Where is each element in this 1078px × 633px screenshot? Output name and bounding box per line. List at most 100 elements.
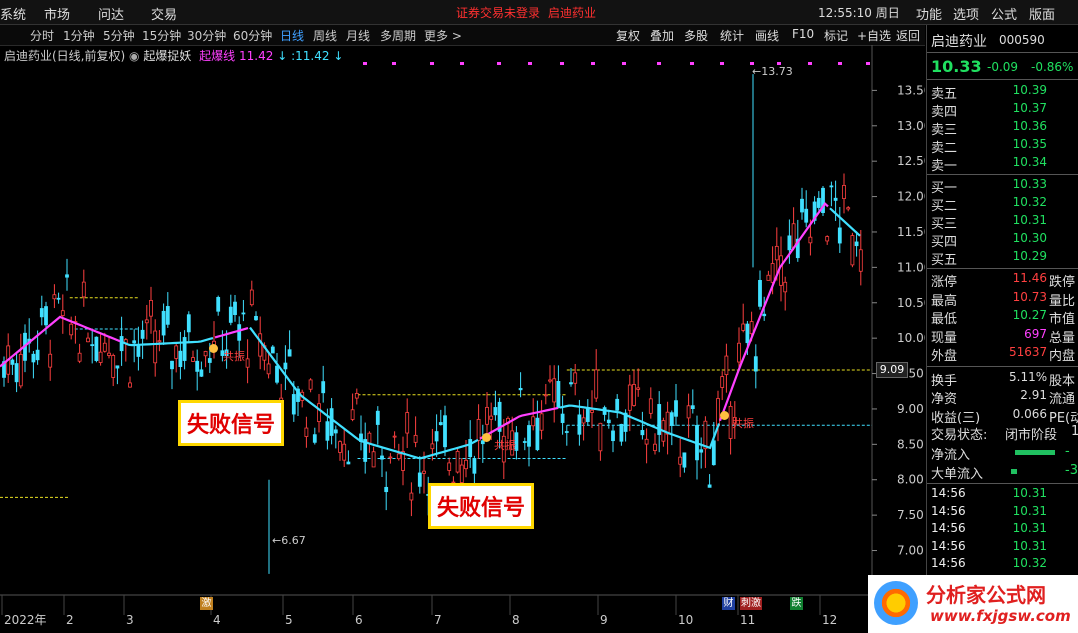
candle-body xyxy=(737,342,741,363)
ask-row[interactable]: 卖四 10.37 xyxy=(931,101,1077,120)
trade-status-label: 交易状态: xyxy=(931,428,988,443)
candle-body xyxy=(627,384,632,411)
period-1min[interactable]: 1分钟 xyxy=(63,27,95,44)
candle-body xyxy=(590,409,594,413)
signal-dot xyxy=(528,62,532,65)
candle-body xyxy=(165,306,170,325)
candle-body xyxy=(283,362,288,370)
candle-body xyxy=(581,417,586,424)
menu-ask[interactable]: 问达 xyxy=(98,4,124,23)
event-marker-1[interactable]: 激 xyxy=(200,597,213,610)
tool-statistics[interactable]: 统计 xyxy=(720,27,744,44)
ask-row[interactable]: 卖二 10.35 xyxy=(931,137,1077,156)
stat-value: 10.27 xyxy=(1012,308,1047,322)
tick-row: 14:56 10.32 xyxy=(931,556,1077,574)
period-timeshare[interactable]: 分时 xyxy=(30,27,54,44)
candle-body xyxy=(254,315,258,321)
candle-body xyxy=(564,431,569,433)
menu-options[interactable]: 选项 xyxy=(953,4,979,23)
stat-row: 净资 2.91 流通 xyxy=(931,388,1077,407)
period-15min[interactable]: 15分钟 xyxy=(142,27,181,44)
tool-f10[interactable]: F10 xyxy=(792,27,814,41)
candle-body xyxy=(199,369,204,377)
candle-body xyxy=(39,308,44,318)
signal-dot xyxy=(657,62,661,65)
tool-overlay[interactable]: 叠加 xyxy=(650,27,674,44)
period-weekly[interactable]: 周线 xyxy=(313,27,337,44)
candle-body xyxy=(132,340,137,344)
event-marker-4[interactable]: 跌 xyxy=(790,597,803,610)
period-more[interactable]: 更多 > xyxy=(424,27,462,44)
stat-value: 5.11% xyxy=(1009,369,1048,384)
flow-row: 大单流入 -3 xyxy=(931,463,1078,482)
candle-body xyxy=(644,438,649,445)
indicator-settings-icon[interactable]: ◉ xyxy=(129,49,139,63)
candle-body xyxy=(384,486,389,493)
indicator-arrow-icon: ↓ xyxy=(277,49,288,63)
menu-trade[interactable]: 交易 xyxy=(151,4,177,23)
tool-add-watchlist[interactable]: +自选 xyxy=(857,27,891,44)
indicator-formula-name[interactable]: 起爆捉妖 xyxy=(143,49,191,63)
event-marker-3[interactable]: 刺激 xyxy=(740,597,762,610)
chart-grid xyxy=(0,45,873,633)
bid-row[interactable]: 买五 10.29 xyxy=(931,249,1077,268)
candle-body xyxy=(291,394,296,415)
stat-row: 最低 10.27 市值 xyxy=(931,308,1077,327)
period-5min[interactable]: 5分钟 xyxy=(103,27,135,44)
x-tick-label: 2 xyxy=(66,613,74,627)
divider xyxy=(927,52,1078,53)
ask-row[interactable]: 卖五 10.39 xyxy=(931,83,1077,102)
menu-function[interactable]: 功能 xyxy=(916,4,942,23)
bid-price: 10.30 xyxy=(1012,231,1047,245)
tick-price: 10.31 xyxy=(1012,503,1047,518)
tool-back[interactable]: 返回 xyxy=(896,27,920,44)
candle-body xyxy=(476,418,481,441)
tool-draw-line[interactable]: 画线 xyxy=(755,27,779,44)
period-60min[interactable]: 60分钟 xyxy=(233,27,272,44)
period-30min[interactable]: 30分钟 xyxy=(187,27,226,44)
bid-row[interactable]: 买二 10.32 xyxy=(931,195,1077,214)
candle-body xyxy=(434,431,439,442)
candle-body xyxy=(170,360,174,370)
stat-label: 现量 xyxy=(931,330,958,346)
candle-body xyxy=(615,398,620,411)
candle-body xyxy=(186,314,191,333)
candle-body xyxy=(350,409,355,420)
event-marker-2[interactable]: 财 xyxy=(722,597,735,610)
ask-row[interactable]: 卖一 10.34 xyxy=(931,155,1077,174)
candle-body xyxy=(438,422,443,426)
ask-label: 卖三 xyxy=(931,123,958,138)
tick-row: 14:56 10.31 xyxy=(931,521,1077,539)
kline-chart[interactable]: 13.50 13.00 12.50 12.00 11.50 11.00 10.50 10.00… xyxy=(0,45,925,633)
period-daily[interactable]: 日线 xyxy=(280,27,304,44)
candle-body xyxy=(266,363,271,375)
tool-restore-rights[interactable]: 复权 xyxy=(616,27,640,44)
stat-label-2: 总量 xyxy=(1049,330,1076,346)
tool-multi-stock[interactable]: 多股 xyxy=(684,27,708,44)
menu-formula[interactable]: 公式 xyxy=(991,4,1017,23)
ask-row[interactable]: 卖三 10.36 xyxy=(931,119,1077,138)
menu-market[interactable]: 市场 xyxy=(44,4,70,23)
candle-body xyxy=(409,492,414,501)
candle-body xyxy=(203,351,208,357)
ask-label: 卖五 xyxy=(931,87,958,102)
divider xyxy=(927,483,1078,484)
candle-body xyxy=(619,423,624,442)
period-multi[interactable]: 多周期 xyxy=(380,27,416,44)
candle-body xyxy=(762,313,767,317)
tool-mark[interactable]: 标记 xyxy=(824,27,848,44)
menu-system[interactable]: 系统 xyxy=(0,4,26,23)
period-monthly[interactable]: 月线 xyxy=(346,27,370,44)
x-tick-label: 9 xyxy=(600,613,608,627)
candle-body xyxy=(829,185,834,188)
bid-row[interactable]: 买一 10.33 xyxy=(931,177,1077,196)
candle-body xyxy=(758,279,762,307)
candle-body xyxy=(144,319,149,324)
bid-row[interactable]: 买三 10.31 xyxy=(931,213,1077,232)
x-tick-label: 8 xyxy=(512,613,520,627)
trade-login-notice[interactable]: 证券交易未登录 xyxy=(456,4,540,21)
candle-body xyxy=(464,459,468,470)
bid-row[interactable]: 买四 10.30 xyxy=(931,231,1077,250)
menu-layout[interactable]: 版面 xyxy=(1029,4,1055,23)
candle-body xyxy=(585,408,590,422)
